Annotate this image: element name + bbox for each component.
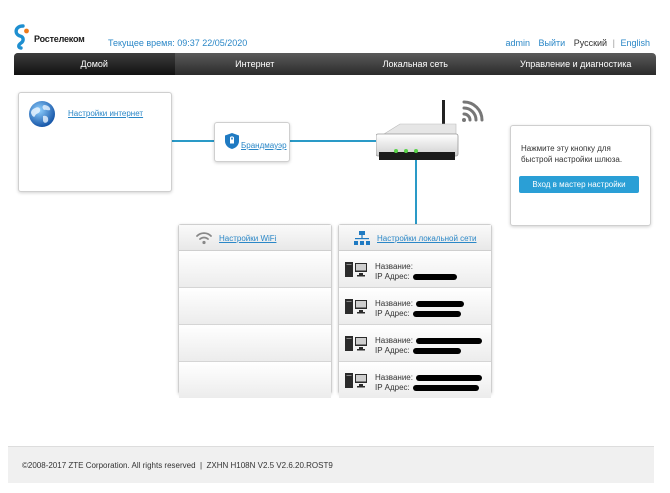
footer: ©2008-2017 ZTE Corporation. All rights r…	[8, 446, 654, 483]
wifi-icon	[196, 232, 212, 245]
lan-device-row[interactable]: Название: IP Адрес:	[339, 251, 491, 288]
tab-home[interactable]: Домой	[14, 53, 175, 75]
wifi-signal-icon	[462, 100, 484, 122]
device-ip-label: IP Адрес:	[375, 309, 410, 318]
lan-device-row[interactable]: Название: IP Адрес:	[339, 288, 491, 325]
redacted-ip	[412, 347, 461, 354]
device-name-label: Название:	[375, 262, 413, 271]
lan-device-info: Название: IP Адрес:	[375, 299, 464, 319]
tab-management[interactable]: Управление и диагностика	[496, 53, 657, 75]
redacted-name	[415, 337, 482, 344]
setup-wizard-button[interactable]: Вход в мастер настройки	[519, 176, 639, 193]
device-name-label: Название:	[375, 373, 413, 382]
list-item	[179, 362, 331, 398]
lan-device-row[interactable]: Название: IP Адрес:	[339, 362, 491, 398]
list-item	[179, 251, 331, 288]
connector-line-firewall-router	[290, 140, 378, 142]
wifi-panel-header: Настройки WiFi	[179, 225, 331, 251]
lan-device-info: Название: IP Адрес:	[375, 262, 457, 282]
device-name-label: Название:	[375, 336, 413, 345]
connector-line-router-lan	[415, 160, 417, 224]
tab-internet[interactable]: Интернет	[175, 53, 336, 75]
wifi-settings-panel: Настройки WiFi	[178, 224, 332, 398]
top-links: admin Выйти Русский | English	[505, 38, 650, 48]
rostelecom-logo-icon	[14, 24, 29, 50]
wizard-description: Нажмите эту кнопку для быстрой настройки…	[521, 144, 623, 164]
network-icon	[354, 231, 370, 245]
brand-name: Ростелеком	[34, 34, 85, 44]
device-name-label: Название:	[375, 299, 413, 308]
redacted-name	[415, 374, 482, 381]
setup-wizard-panel: Нажмите эту кнопку для быстрой настройки…	[510, 125, 651, 226]
connector-line-internet-firewall	[172, 140, 214, 142]
current-time: Текущее время: 09:37 22/05/2020	[108, 38, 248, 48]
lang-separator: |	[612, 38, 615, 48]
admin-link[interactable]: admin	[505, 38, 530, 48]
computer-icon	[345, 262, 367, 277]
firewall-link[interactable]: Брандмауэр	[241, 141, 287, 150]
wifi-settings-link[interactable]: Настройки WiFi	[219, 234, 276, 243]
computer-icon	[345, 299, 367, 314]
device-ip-label: IP Адрес:	[375, 272, 410, 281]
lan-settings-panel: Настройки локальной сети Название: IP Ад…	[338, 224, 492, 398]
logout-link[interactable]: Выйти	[539, 38, 566, 48]
device-ip-label: IP Адрес:	[375, 383, 410, 392]
lan-panel-header: Настройки локальной сети	[339, 225, 491, 251]
main-nav: Домой Интернет Локальная сеть Управление…	[14, 53, 656, 75]
computer-icon	[345, 336, 367, 351]
lan-device-row[interactable]: Название: IP Адрес:	[339, 325, 491, 362]
lang-en-link[interactable]: English	[620, 38, 650, 48]
tab-local-network[interactable]: Локальная сеть	[335, 53, 496, 75]
internet-settings-panel: Настройки интернет	[18, 92, 172, 192]
shield-icon	[225, 133, 239, 149]
device-ip-label: IP Адрес:	[375, 346, 410, 355]
lang-ru-link[interactable]: Русский	[574, 38, 607, 48]
list-item	[179, 288, 331, 325]
router-icon[interactable]	[376, 98, 486, 168]
firewall-panel: Брандмауэр	[214, 122, 290, 162]
computer-icon	[345, 373, 367, 388]
internet-settings-link[interactable]: Настройки интернет	[68, 109, 143, 118]
footer-text: ©2008-2017 ZTE Corporation. All rights r…	[22, 461, 333, 470]
lan-device-info: Название: IP Адрес:	[375, 336, 482, 356]
redacted-name	[415, 300, 464, 307]
redacted-ip	[412, 310, 461, 317]
globe-icon	[29, 101, 55, 127]
lan-device-info: Название: IP Адрес:	[375, 373, 482, 393]
list-item	[179, 325, 331, 362]
lan-settings-link[interactable]: Настройки локальной сети	[377, 234, 477, 243]
redacted-ip	[412, 273, 457, 280]
redacted-ip	[412, 384, 479, 391]
